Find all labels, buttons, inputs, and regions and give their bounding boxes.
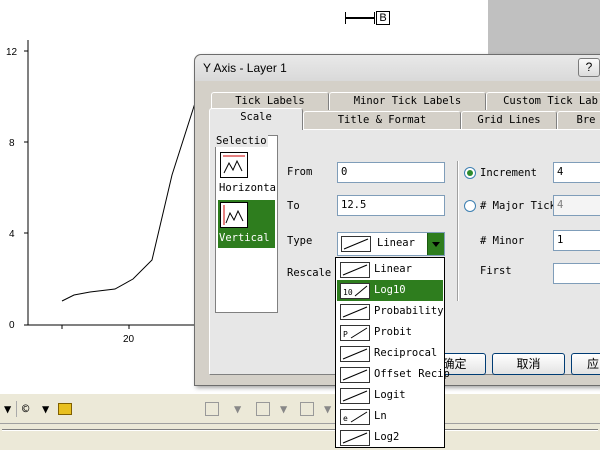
tab-grid-lines[interactable]: Grid Lines <box>461 111 557 129</box>
type-dropdown-list[interactable]: Linear 10 Log10 Probability P Probit Rec… <box>335 257 450 448</box>
dropdown-item-ln[interactable]: e Ln <box>337 406 443 427</box>
dropdown-arrow-icon[interactable]: ▼ <box>280 400 287 418</box>
selection-item-label: Vertical <box>219 232 270 244</box>
tab-minor-tick-labels[interactable]: Minor Tick Labels <box>329 92 486 110</box>
dropdown-item-probability[interactable]: Probability <box>337 301 444 322</box>
log10-scale-icon: 10 <box>340 283 370 299</box>
legend-label: B <box>376 11 390 25</box>
status-divider <box>2 429 598 431</box>
arrange-icon[interactable] <box>256 402 270 416</box>
horizontal-axis-icon <box>220 152 248 178</box>
increment-radio[interactable] <box>464 167 476 179</box>
from-input[interactable]: 0 <box>337 162 445 183</box>
dialog-titlebar[interactable]: Y Axis - Layer 1 ? <box>195 55 600 81</box>
selection-item-vertical[interactable]: Vertical <box>218 200 275 248</box>
vertical-axis-icon <box>220 202 248 228</box>
dropdown-arrow-icon[interactable]: ▼ <box>324 400 331 418</box>
help-button[interactable]: ? <box>578 58 600 77</box>
dropdown-item-label: Logit <box>374 389 406 401</box>
major-ticks-label: # Major Tick <box>480 200 556 212</box>
logit-scale-icon <box>340 388 370 404</box>
chevron-down-icon[interactable] <box>427 233 444 255</box>
fill-icon[interactable] <box>300 402 314 416</box>
dropdown-item-label: Probability <box>374 305 444 317</box>
first-input[interactable] <box>553 263 600 284</box>
probit-scale-icon: P <box>340 325 370 341</box>
layer-icon[interactable] <box>205 402 219 416</box>
dropdown-item-log10[interactable]: 10 Log10 <box>337 280 443 301</box>
toolbar-separator <box>16 401 18 417</box>
data-line <box>61 99 197 302</box>
dropdown-item-label: Log2 <box>374 431 400 443</box>
legend-line <box>345 17 375 19</box>
major-ticks-radio[interactable] <box>464 200 476 212</box>
column-separator <box>457 161 459 301</box>
type-label: Type <box>287 235 313 247</box>
reciprocal-scale-icon <box>340 346 370 362</box>
selection-group-label: Selectio <box>215 135 268 147</box>
dropdown-item-label: Offset Recip <box>374 368 450 380</box>
log2-scale-icon <box>340 430 370 446</box>
dropdown-item-label: Log10 <box>374 284 406 296</box>
dropdown-item-offset-recip[interactable]: Offset Recip <box>337 364 450 385</box>
dropdown-arrow-icon[interactable]: ▼ <box>42 400 49 418</box>
selection-item-label: Horizonta <box>219 182 276 194</box>
folder-icon[interactable] <box>58 403 72 415</box>
cancel-button[interactable]: 取消 <box>492 353 565 375</box>
to-label: To <box>287 200 300 212</box>
minor-input[interactable]: 1 <box>553 230 600 251</box>
status-bar <box>0 423 600 450</box>
dropdown-item-label: Ln <box>374 410 387 422</box>
type-select[interactable]: Linear <box>337 232 445 256</box>
dialog-title: Y Axis - Layer 1 <box>203 61 287 75</box>
y-tick-label: 0 <box>9 320 15 331</box>
y-tick-label: 12 <box>6 47 18 58</box>
offset-reciprocal-scale-icon <box>340 367 370 383</box>
dropdown-item-label: Reciprocal <box>374 347 438 359</box>
ln-scale-icon: e <box>340 409 370 425</box>
dropdown-item-label: Linear <box>374 263 412 275</box>
tab-scale[interactable]: Scale <box>209 108 303 130</box>
copyright-icon[interactable]: © <box>22 400 29 418</box>
svg-text:P: P <box>343 330 348 339</box>
dropdown-item-label: Probit <box>374 326 412 338</box>
x-tick-label: 20 <box>123 334 135 345</box>
from-label: From <box>287 166 313 178</box>
legend-cap <box>374 12 375 24</box>
dropdown-arrow-icon[interactable]: ▼ <box>4 400 11 418</box>
svg-text:e: e <box>343 414 348 423</box>
dropdown-item-linear[interactable]: Linear <box>337 259 443 280</box>
rescale-label: Rescale <box>287 267 332 279</box>
selection-item-horizontal[interactable]: Horizonta <box>218 150 276 198</box>
dropdown-arrow-icon[interactable]: ▼ <box>234 400 241 418</box>
linear-scale-icon <box>341 236 371 252</box>
bottom-toolbar: ▼ © ▼ ▼ ▼ ▼ <box>0 393 600 423</box>
major-ticks-input[interactable]: 4 <box>553 195 600 216</box>
tab-title-format[interactable]: Title & Format <box>303 111 461 129</box>
y-tick-label: 8 <box>9 138 15 149</box>
tab-breaks[interactable]: Bre <box>557 111 600 129</box>
dropdown-item-reciprocal[interactable]: Reciprocal <box>337 343 443 364</box>
increment-input[interactable]: 4 <box>553 162 600 183</box>
dropdown-item-probit[interactable]: P Probit <box>337 322 443 343</box>
increment-label: Increment <box>480 167 537 179</box>
tab-custom-tick-labels[interactable]: Custom Tick Lab <box>486 92 600 110</box>
type-value: Linear <box>377 237 415 249</box>
apply-button[interactable]: 应 <box>571 353 600 375</box>
y-tick-label: 4 <box>9 229 15 240</box>
dropdown-item-logit[interactable]: Logit <box>337 385 443 406</box>
to-input[interactable]: 12.5 <box>337 195 445 216</box>
selection-list[interactable]: Horizonta Vertical <box>215 135 278 313</box>
linear-scale-icon <box>340 262 370 278</box>
svg-text:10: 10 <box>343 288 353 297</box>
probability-scale-icon <box>340 304 370 320</box>
minor-label: # Minor <box>480 235 525 247</box>
first-label: First <box>480 265 512 277</box>
dropdown-item-log2[interactable]: Log2 <box>337 427 443 448</box>
